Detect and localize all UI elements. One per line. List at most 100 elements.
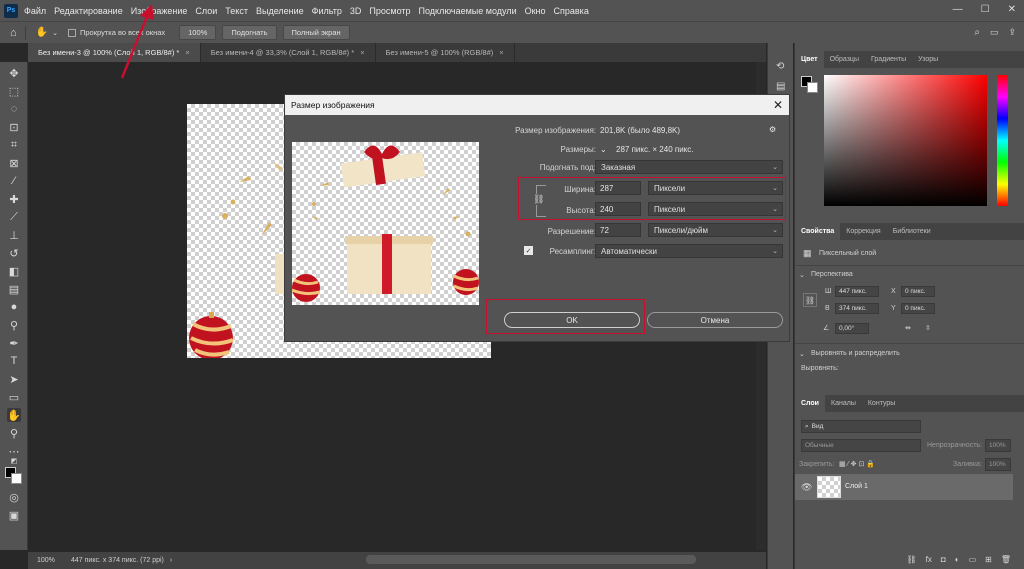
menu-select[interactable]: Выделение (256, 6, 304, 16)
chevron-down-icon[interactable]: ⌄ (799, 271, 805, 279)
lock-pixels-icon[interactable]: ▦ ⁄ ✥ ⊡ 🔒 (839, 460, 875, 468)
tab-doc-5[interactable]: Без имени-5 @ 100% (RGB/8#) × (376, 43, 515, 62)
folder-icon[interactable]: ▭ (969, 555, 977, 564)
eyedropper-tool-icon[interactable]: ⁄ (7, 174, 21, 188)
stamp-tool-icon[interactable]: ⊥ (7, 228, 21, 242)
crop-tool-icon[interactable]: ⌗ (7, 138, 21, 152)
resample-select[interactable]: Автоматически ⌄ (595, 244, 783, 258)
frame-tool-icon[interactable]: ⊠ (7, 156, 21, 170)
background-color-swatch[interactable] (11, 473, 22, 484)
minimize-icon[interactable]: — (953, 4, 963, 15)
maximize-icon[interactable]: ☐ (981, 4, 990, 15)
dialog-titlebar[interactable]: Размер изображения (285, 95, 789, 115)
eye-icon[interactable]: 👁 (801, 482, 812, 493)
screen-mode-icon[interactable]: ▣ (7, 508, 21, 522)
eraser-tool-icon[interactable]: ◧ (7, 264, 21, 278)
resolution-input[interactable]: 72 (595, 223, 641, 237)
menu-help[interactable]: Справка (554, 6, 589, 16)
menu-view[interactable]: Просмотр (369, 6, 410, 16)
close-icon[interactable]: × (499, 48, 503, 57)
tab-swatches[interactable]: Образцы (824, 51, 865, 68)
status-arrow-icon[interactable]: › (170, 557, 172, 564)
full-screen-button[interactable]: Полный экран (282, 25, 350, 40)
workspace-icon[interactable]: ▭ (990, 27, 999, 38)
tab-properties[interactable]: Свойства (795, 223, 841, 240)
flip-horizontal-icon[interactable]: ⇹ (905, 324, 911, 332)
hand-tool-icon[interactable]: ✋ (36, 27, 48, 38)
fit-to-select[interactable]: Заказная ⌄ (595, 160, 783, 174)
tab-doc-4[interactable]: Без имени-4 @ 33,3% (Слой 1, RGB/8#) * × (201, 43, 376, 62)
layer-row[interactable]: 👁 Слой 1 (795, 474, 1013, 500)
tab-paths[interactable]: Контуры (862, 395, 901, 412)
menu-layers[interactable]: Слои (195, 6, 217, 16)
share-icon[interactable]: ⇪ (1008, 27, 1016, 38)
scroll-all-checkbox[interactable] (67, 28, 76, 37)
preview-image[interactable] (291, 142, 479, 305)
layer-search-input[interactable]: ⌕ Вид (801, 420, 921, 433)
blur-tool-icon[interactable]: ● (7, 300, 21, 314)
trash-icon[interactable]: 🗑 (1001, 555, 1011, 564)
gear-icon[interactable]: ⚙ (769, 125, 776, 134)
quick-select-tool-icon[interactable]: ⊡ (7, 120, 21, 134)
default-colors-icon[interactable]: ◩ (7, 454, 21, 468)
close-window-icon[interactable]: ✕ (1008, 4, 1016, 15)
angle-field[interactable]: 0,00° (835, 323, 869, 334)
blend-mode-select[interactable]: Обычные (801, 439, 921, 452)
hand-tool-icon[interactable]: ✋ (7, 408, 21, 422)
zoom-100-button[interactable]: 100% (179, 25, 217, 40)
close-icon[interactable]: ✕ (773, 98, 783, 112)
resample-checkbox[interactable]: ✓ (524, 246, 533, 255)
history-brush-icon[interactable]: ↺ (7, 246, 21, 260)
x-field[interactable]: 0 пикс. (901, 286, 935, 297)
adjustment-icon[interactable]: ◐ (955, 555, 960, 564)
comments-panel-icon[interactable]: ▤ (776, 81, 785, 92)
tab-layers[interactable]: Слои (795, 395, 825, 412)
tab-gradients[interactable]: Градиенты (865, 51, 912, 68)
path-select-icon[interactable]: ➤ (7, 372, 21, 386)
mask-icon[interactable]: ◘ (941, 555, 946, 564)
h-field[interactable]: 374 пикс. (835, 303, 879, 314)
horizontal-scrollbar[interactable] (366, 555, 696, 564)
zoom-tool-icon[interactable]: ⚲ (7, 426, 21, 440)
menu-plugins[interactable]: Подключаемые модули (419, 6, 517, 16)
new-layer-icon[interactable]: ⊞ (985, 555, 992, 564)
w-field[interactable]: 447 пикс. (835, 286, 879, 297)
tab-patterns[interactable]: Узоры (912, 51, 944, 68)
link-icon[interactable]: ⛓ (803, 293, 817, 307)
opacity-field[interactable]: 100% (985, 439, 1011, 452)
menu-filter[interactable]: Фильтр (312, 6, 342, 16)
type-tool-icon[interactable]: T (7, 354, 21, 368)
brush-tool-icon[interactable]: ⟋ (7, 210, 21, 224)
tab-libraries[interactable]: Библиотеки (887, 223, 937, 240)
fill-field[interactable]: 100% (985, 458, 1011, 471)
status-zoom[interactable]: 100% (37, 557, 61, 564)
move-tool-icon[interactable]: ✥ (7, 66, 21, 80)
menu-file[interactable]: Файл (24, 6, 46, 16)
home-icon[interactable]: ⌂ (10, 27, 17, 39)
close-icon[interactable]: × (185, 48, 189, 57)
tab-color[interactable]: Цвет (795, 51, 824, 68)
y-field[interactable]: 0 пикс. (901, 303, 935, 314)
link-layers-icon[interactable]: ⛓ (907, 555, 917, 564)
search-icon[interactable]: ⌕ (974, 27, 980, 38)
dodge-tool-icon[interactable]: ⚲ (7, 318, 21, 332)
menu-type[interactable]: Текст (225, 6, 248, 16)
fit-screen-button[interactable]: Подогнать (222, 25, 277, 40)
lasso-tool-icon[interactable]: ◌ (7, 102, 21, 116)
background-color-swatch[interactable] (807, 82, 818, 93)
fx-icon[interactable]: fx (926, 555, 932, 564)
tab-adjustments[interactable]: Коррекция (840, 223, 886, 240)
hue-slider[interactable] (997, 75, 1008, 206)
flip-vertical-icon[interactable]: ⇳ (925, 324, 931, 332)
resolution-unit-select[interactable]: Пиксели/дюйм ⌄ (648, 223, 783, 237)
healing-brush-icon[interactable]: ✚ (7, 192, 21, 206)
rectangle-tool-icon[interactable]: ▭ (7, 390, 21, 404)
cancel-button[interactable]: Отмена (647, 312, 783, 328)
gradient-tool-icon[interactable]: ▤ (7, 282, 21, 296)
pen-tool-icon[interactable]: ✒ (7, 336, 21, 350)
chevron-down-icon[interactable]: ⌄ (600, 145, 607, 154)
color-field[interactable] (824, 75, 987, 206)
tab-channels[interactable]: Каналы (825, 395, 862, 412)
menu-window[interactable]: Окно (525, 6, 546, 16)
chevron-down-icon[interactable]: ⌄ (799, 350, 805, 358)
